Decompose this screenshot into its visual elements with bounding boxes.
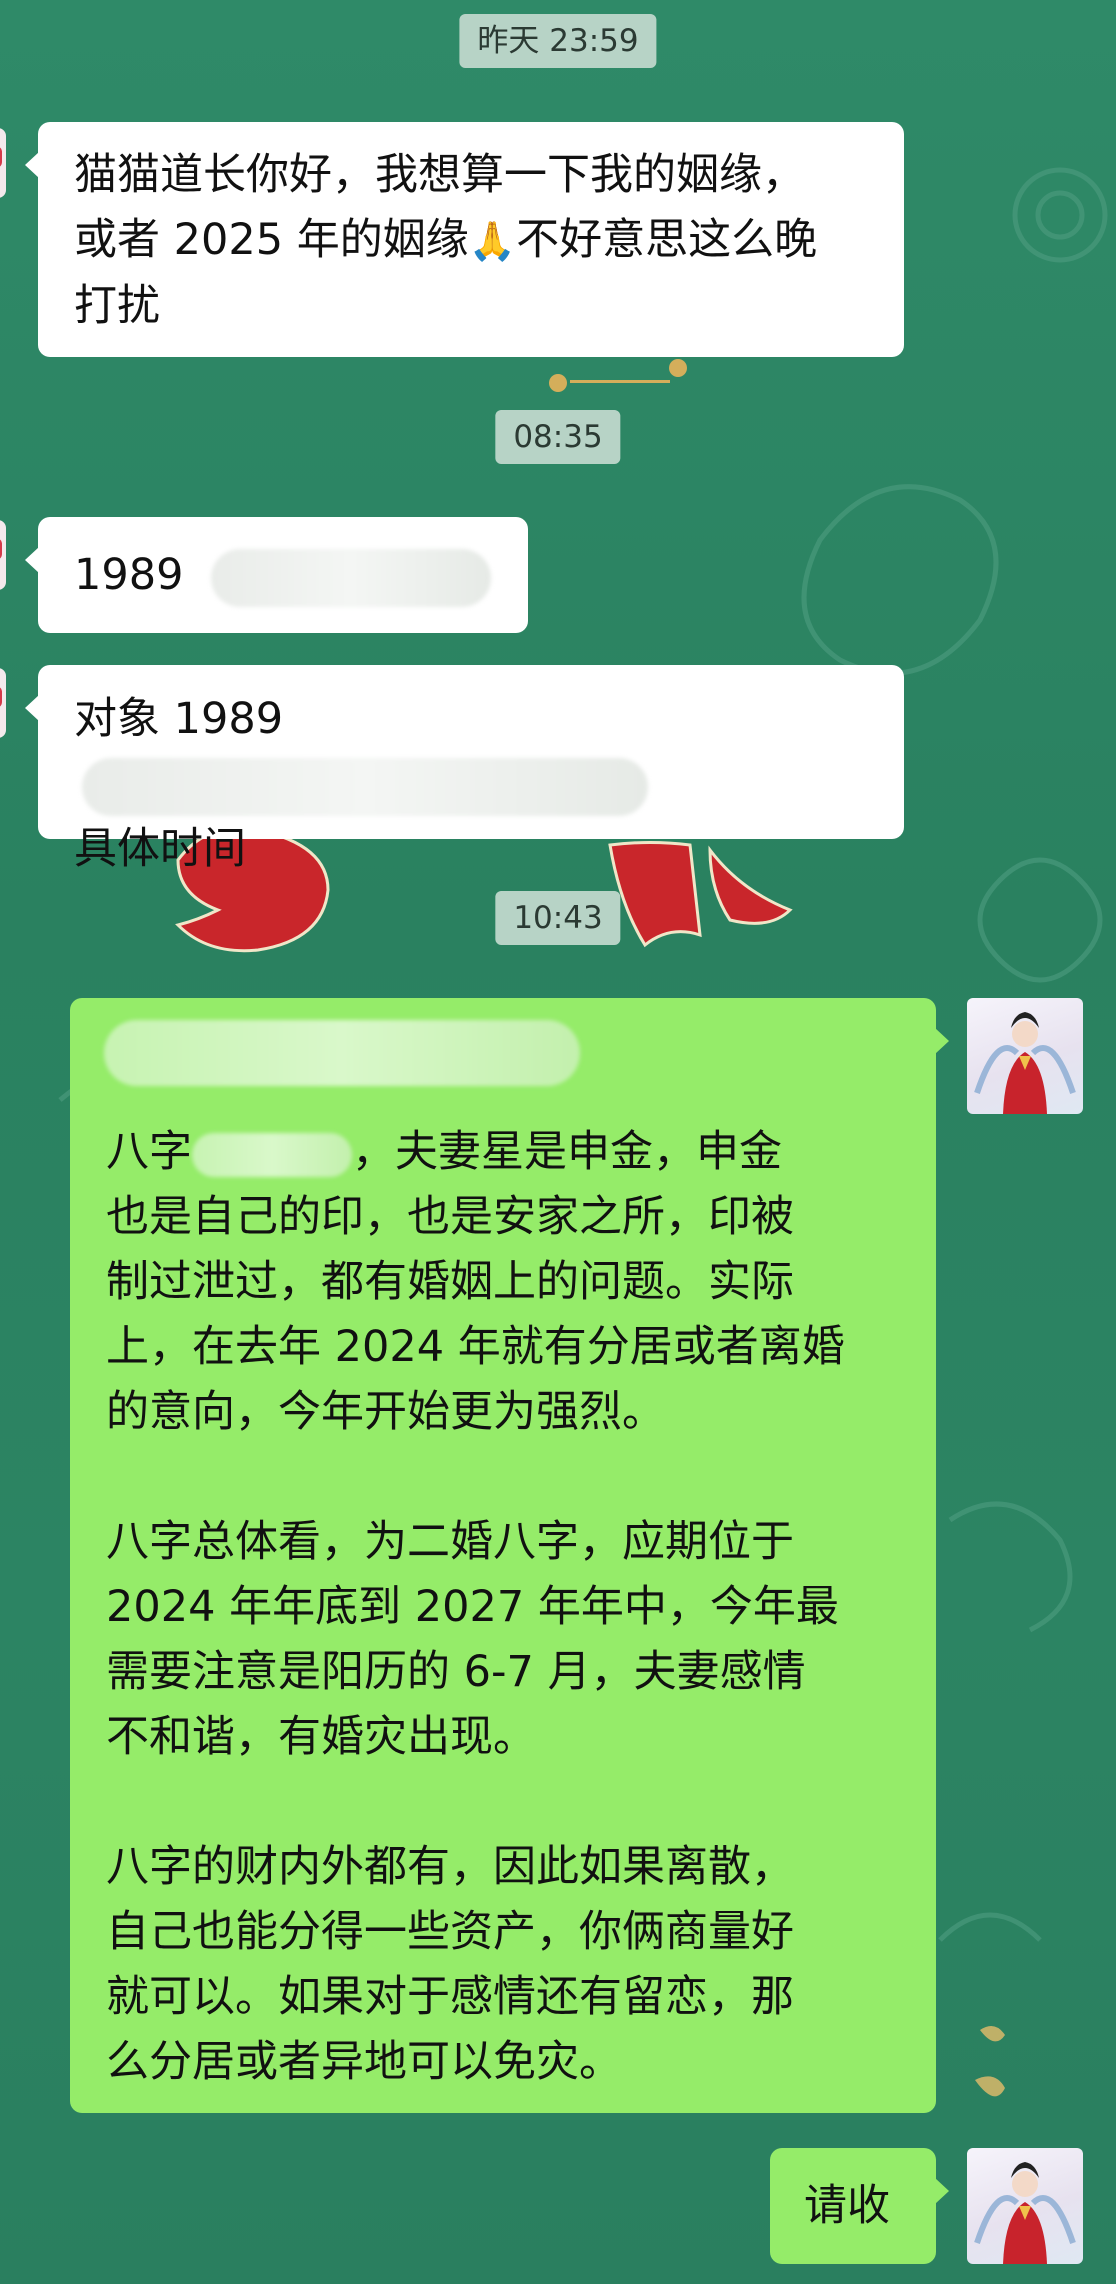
message-bubble-outgoing[interactable]: 八字 ，夫妻星是申金，申金 也是自己的印，也是安家之所，印被 制过泄过，都有婚姻上…: [70, 998, 949, 2113]
redacted-blur: [211, 548, 492, 607]
message-line: 么分居或者异地可以免灾。: [106, 2037, 622, 2087]
reply-paragraph: 八字 ，夫妻星是申金，申金 也是自己的印，也是安家之所，印被 制过泄过，都有婚姻上…: [106, 1120, 900, 1445]
message-text: 对象 1989: [74, 694, 284, 744]
message-text: 猫猫道长你好，我想算一下我的姻缘， 或者 2025 年的姻缘🙏不好意思这么晚 打…: [74, 143, 868, 339]
message-line: 不好意思这么晚: [516, 215, 818, 265]
message-text: 八字: [106, 1127, 192, 1177]
avatar-figure-icon: [974, 1012, 1076, 1114]
redacted-blur: [192, 1132, 352, 1177]
message-line: 打扰: [74, 281, 160, 331]
user-avatar[interactable]: [967, 2148, 1083, 2264]
pray-emoji-icon: 🙏: [468, 219, 517, 263]
message-line: 不和谐，有婚灾出现。: [106, 1712, 536, 1762]
message-line: 八字总体看，为二婚八字，应期位于: [106, 1517, 794, 1567]
message-line: 猫猫道长你好，我想算一下我的姻缘，: [74, 150, 805, 200]
redacted-blur: [82, 757, 648, 816]
message-line: 或者 2025 年的姻缘: [74, 215, 469, 265]
timestamp: 10:43: [495, 891, 621, 945]
partial-avatar: [0, 668, 6, 738]
avatar-figure-icon: [974, 2162, 1076, 2264]
message-bubble-incoming[interactable]: 对象 1989 具体时间: [25, 665, 904, 874]
message-line: 的意向，今年开始更为强烈。: [106, 1387, 665, 1437]
message-line: 制过泄过，都有婚姻上的问题。实际: [106, 1257, 794, 1307]
message-line: 需要注意是阳历的 6-7 月，夫妻感情: [106, 1647, 806, 1697]
message-line: 自己也能分得一些资产，你俩商量好: [106, 1907, 794, 1957]
reply-paragraph: 八字的财内外都有，因此如果离散， 自己也能分得一些资产，你俩商量好 就可以。如果…: [106, 1835, 900, 2095]
message-bubble-incoming[interactable]: 1989: [25, 517, 528, 633]
message-line: 就可以。如果对于感情还有留恋，那: [106, 1972, 794, 2022]
message-line: 八字的财内外都有，因此如果离散，: [106, 1842, 794, 1892]
message-text: ，夫妻星是申金，申金: [352, 1127, 782, 1177]
message-line: 也是自己的印，也是安家之所，印被: [106, 1192, 794, 1242]
reply-paragraph: 八字总体看，为二婚八字，应期位于 2024 年年底到 2027 年年中，今年最 …: [106, 1510, 900, 1770]
message-text: 1989: [74, 550, 184, 600]
message-line: 上，在去年 2024 年就有分居或者离婚: [106, 1322, 845, 1372]
timestamp: 昨天 23:59: [459, 14, 657, 68]
redacted-blur: [104, 1020, 580, 1086]
message-line: 2024 年年底到 2027 年年中，今年最: [106, 1582, 839, 1632]
message-text: 请收: [804, 2181, 890, 2231]
message-bubble-incoming[interactable]: 猫猫道长你好，我想算一下我的姻缘， 或者 2025 年的姻缘🙏不好意思这么晚 打…: [25, 122, 904, 357]
user-avatar[interactable]: [967, 998, 1083, 1114]
partial-avatar: [0, 520, 6, 590]
timestamp: 08:35: [495, 410, 621, 464]
message-text: 具体时间: [74, 824, 246, 874]
partial-avatar: [0, 128, 6, 198]
message-bubble-outgoing[interactable]: 请收: [770, 2148, 949, 2264]
